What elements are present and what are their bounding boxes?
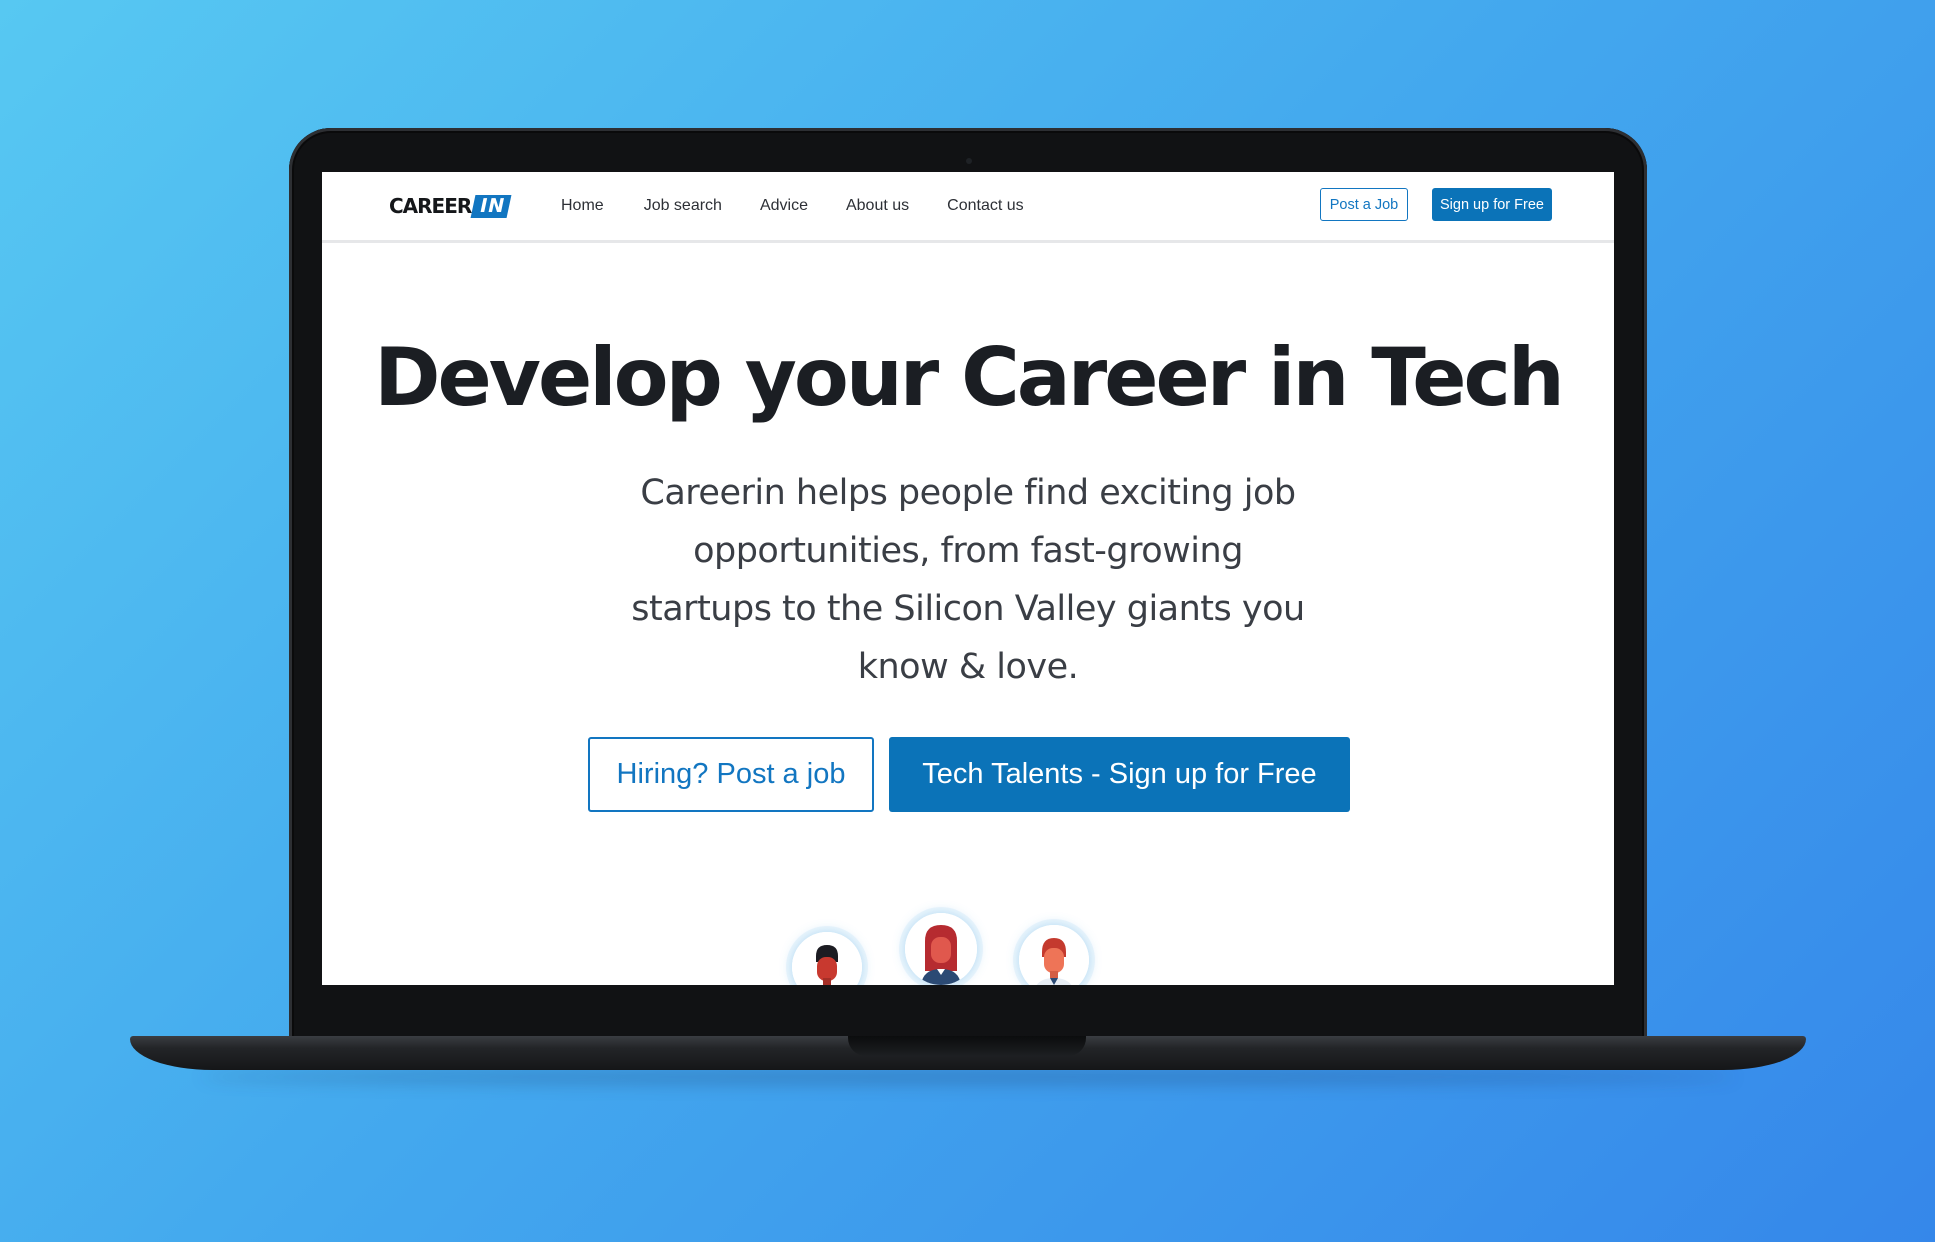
nav-links: Home Job search Advice About us Contact …: [561, 172, 1064, 240]
hiring-post-job-button[interactable]: Hiring? Post a job: [588, 737, 874, 812]
nav-link-job-search[interactable]: Job search: [644, 197, 722, 215]
sign-up-button[interactable]: Sign up for Free: [1432, 188, 1552, 221]
laptop-notch: [848, 1036, 1086, 1056]
nav-link-home[interactable]: Home: [561, 197, 604, 215]
navbar: CAREER IN Home Job search Advice About u…: [322, 172, 1614, 243]
nav-link-about-us[interactable]: About us: [846, 197, 909, 215]
nav-link-advice[interactable]: Advice: [760, 197, 808, 215]
browser-viewport: CAREER IN Home Job search Advice About u…: [322, 172, 1614, 985]
hero-subtitle: Careerin helps people find exciting job …: [631, 473, 1305, 687]
nav-link-contact-us[interactable]: Contact us: [947, 197, 1023, 215]
laptop-shadow: [200, 1070, 1736, 1084]
hero-title: Develop your Career in Tech: [374, 331, 1565, 424]
woman-avatar-icon: [905, 913, 977, 985]
tech-talents-signup-button[interactable]: Tech Talents - Sign up for Free: [889, 737, 1350, 812]
post-job-button[interactable]: Post a Job: [1320, 188, 1408, 221]
camera-dot: [966, 158, 972, 164]
man-redhead-avatar-icon: [1019, 925, 1089, 985]
careerin-logo[interactable]: CAREER IN: [389, 194, 512, 218]
logo-badge: IN: [470, 194, 512, 218]
man-avatar-icon: [792, 932, 862, 985]
logo-text: CAREER: [389, 194, 472, 218]
